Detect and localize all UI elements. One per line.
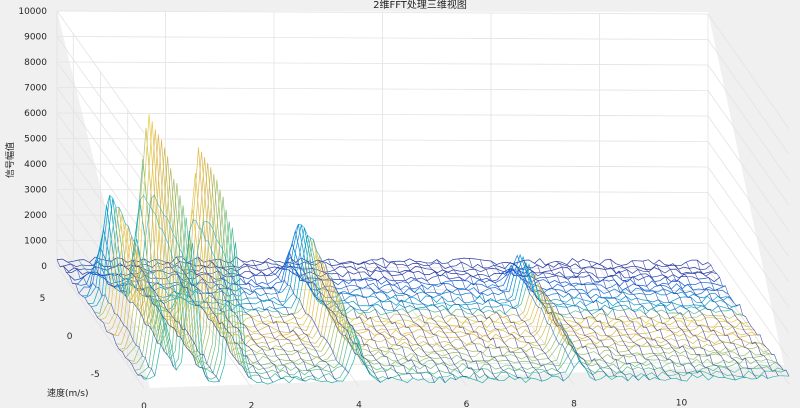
y-tick-label: 0 xyxy=(67,332,73,342)
z-tick-label: 0 xyxy=(41,262,47,272)
x-tick-label: 0 xyxy=(141,402,147,408)
z-tick-label: 6000 xyxy=(24,109,47,119)
z-tick-label: 2000 xyxy=(24,211,47,221)
z-tick-label: 5000 xyxy=(24,135,47,145)
x-tick-label: 4 xyxy=(356,401,362,408)
z-tick-label: 3000 xyxy=(24,186,47,196)
z-axis-label: 信号幅值 xyxy=(4,142,16,178)
x-tick-label: 6 xyxy=(464,400,470,408)
z-tick-label: 10000 xyxy=(18,7,47,17)
z-tick-label: 1000 xyxy=(24,237,47,247)
y-tick-label: -5 xyxy=(91,370,100,380)
figure: 0100020003000400050006000700080009000100… xyxy=(0,0,800,408)
y-tick-label: 5 xyxy=(40,294,46,304)
x-tick-label: 10 xyxy=(676,399,688,408)
z-tick-label: 4000 xyxy=(24,160,47,170)
z-tick-label: 7000 xyxy=(24,84,47,94)
chart-title: 2维FFT处理三维视图 xyxy=(373,0,467,11)
z-tick-label: 9000 xyxy=(24,33,47,43)
y-axis-label: 速度(m/s) xyxy=(47,387,89,399)
z-tick-label: 8000 xyxy=(24,58,47,68)
x-tick-label: 2 xyxy=(249,401,255,408)
x-tick-label: 8 xyxy=(571,399,577,408)
